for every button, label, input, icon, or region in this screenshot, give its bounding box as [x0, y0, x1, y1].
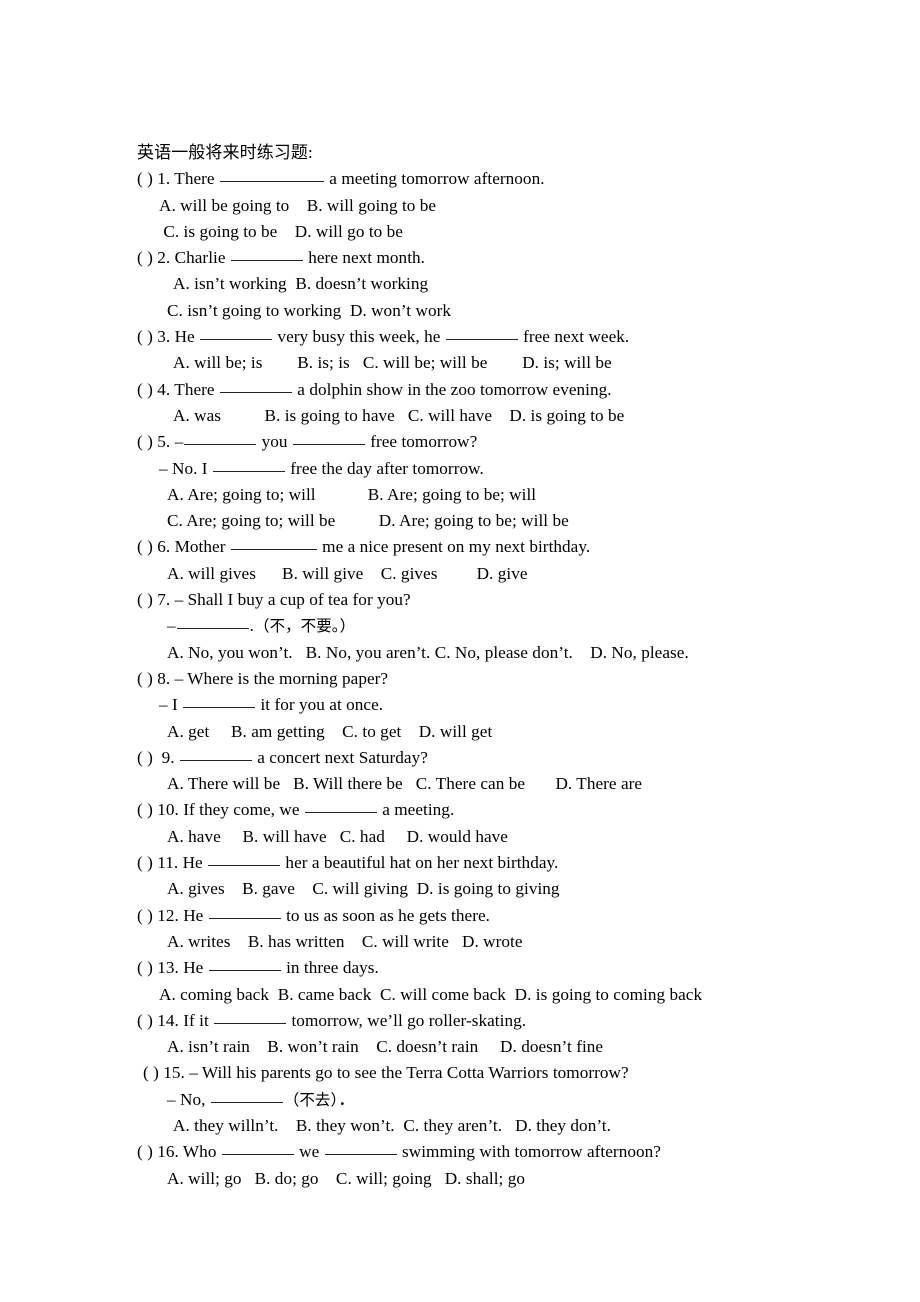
- question-4-stem-prefix: ( ) 4. There: [137, 379, 219, 399]
- worksheet-page: 英语一般将来时练习题: ( ) 1. There a meeting tomor…: [0, 0, 920, 1302]
- question-8-stem: ( ) 8. – Where is the morning paper?: [137, 668, 389, 688]
- question-16-stem: ( ) 16. Who we swimming with tomorrow af…: [137, 1139, 920, 1165]
- question-1-options-line-2[interactable]: C. is going to be D. will go to be: [137, 219, 920, 245]
- question-5-stem-prefix: ( ) 5. –: [137, 432, 184, 452]
- question-15-options-line-1[interactable]: A. they willn’t. B. they won’t. C. they …: [137, 1113, 920, 1139]
- question-8-options-line-1[interactable]: A. get B. am getting C. to get D. will g…: [137, 719, 920, 745]
- question-7-reply: – .（不，不要。）: [137, 613, 920, 639]
- question-2-stem-suffix: here next month.: [303, 248, 426, 268]
- question-11-stem-suffix: her a beautiful hat on her next birthday…: [281, 853, 559, 873]
- question-5-stem: ( ) 5. – you free tomorrow?: [137, 429, 920, 455]
- question-2-blank[interactable]: [230, 247, 303, 262]
- question-12-stem: ( ) 12. He to us as soon as he gets ther…: [137, 903, 920, 929]
- question-16-stem-mid: we: [294, 1142, 324, 1162]
- question-3-stem-prefix: ( ) 3. He: [137, 327, 200, 347]
- question-5-stem-suffix: free tomorrow?: [365, 432, 478, 452]
- question-11-stem: ( ) 11. He her a beautiful hat on her ne…: [137, 850, 920, 876]
- question-2-stem: ( ) 2. Charlie here next month.: [137, 245, 920, 271]
- question-3-blank-2[interactable]: [445, 326, 518, 341]
- question-5-reply-prefix: – No. I: [159, 458, 212, 478]
- question-13-stem: ( ) 13. He in three days.: [137, 955, 920, 981]
- question-3-options-line-1[interactable]: A. will be; is B. is; is C. will be; wil…: [137, 350, 920, 376]
- question-1-blank[interactable]: [219, 168, 324, 183]
- question-6-blank[interactable]: [230, 536, 317, 551]
- question-13-stem-suffix: in three days.: [281, 958, 379, 978]
- question-11-stem-prefix: ( ) 11. He: [137, 853, 208, 873]
- question-4-stem: ( ) 4. There a dolphin show in the zoo t…: [137, 377, 920, 403]
- question-14-stem: ( ) 14. If it tomorrow, we’ll go roller-…: [137, 1008, 920, 1034]
- question-9-stem-suffix: a concert next Saturday?: [252, 747, 428, 767]
- question-9-blank[interactable]: [179, 747, 252, 761]
- question-10-blank[interactable]: [304, 799, 377, 814]
- question-4-options-line-1[interactable]: A. was B. is going to have C. will have …: [137, 403, 920, 429]
- question-14-stem-prefix: ( ) 14. If it: [137, 1010, 214, 1030]
- question-6-stem-suffix: me a nice present on my next birthday.: [317, 537, 591, 557]
- question-3-stem: ( ) 3. He very busy this week, he free n…: [137, 324, 920, 350]
- question-6-options-line-1[interactable]: A. will gives B. will give C. gives D. g…: [137, 561, 920, 587]
- question-9-stem: ( ) 9. a concert next Saturday?: [137, 745, 920, 771]
- question-1-options-line-1[interactable]: A. will be going to B. will going to be: [137, 193, 920, 219]
- question-8-reply-suffix: it for you at once.: [256, 695, 384, 715]
- question-4-blank[interactable]: [219, 379, 292, 393]
- question-1-stem-suffix: a meeting tomorrow afternoon.: [324, 169, 545, 189]
- question-5-stem-mid: you: [257, 432, 292, 452]
- question-5-blank-1[interactable]: [184, 431, 257, 446]
- question-5-options-line-1[interactable]: A. Are; going to; will B. Are; going to …: [137, 482, 920, 508]
- question-13-options-line-1[interactable]: A. coming back B. came back C. will come…: [137, 982, 920, 1008]
- question-5-reply: – No. I free the day after tomorrow.: [137, 456, 920, 482]
- question-1-stem-prefix: ( ) 1. There: [137, 169, 219, 189]
- question-14-options-line-1[interactable]: A. isn’t rain B. won’t rain C. doesn’t r…: [137, 1034, 920, 1060]
- question-3-stem-mid: very busy this week, he: [273, 327, 445, 347]
- question-15-reply-prefix: – No,: [167, 1089, 210, 1109]
- question-7-reply-blank[interactable]: [176, 615, 249, 630]
- question-15-reply-suffix: ．: [338, 1089, 356, 1109]
- question-7-reply-prefix: –: [167, 616, 176, 636]
- question-8-reply-prefix: – I: [159, 695, 183, 715]
- question-6-stem-prefix: ( ) 6. Mother: [137, 537, 230, 557]
- question-3-stem-suffix: free next week.: [518, 327, 630, 347]
- question-13-stem-prefix: ( ) 13. He: [137, 958, 208, 978]
- question-2-stem-prefix: ( ) 2. Charlie: [137, 248, 230, 268]
- question-15-chinese-hint: （不去）: [283, 1090, 339, 1109]
- question-11-options-line-1[interactable]: A. gives B. gave C. will giving D. is go…: [137, 876, 920, 902]
- question-2-options-line-2[interactable]: C. isn’t going to working D. won’t work: [137, 298, 920, 324]
- question-16-stem-suffix: swimming with tomorrow afternoon?: [397, 1142, 661, 1162]
- question-7-options-line-1[interactable]: A. No, you won’t. B. No, you aren’t. C. …: [137, 640, 920, 666]
- question-9-stem-prefix: ( ) 9.: [137, 747, 179, 767]
- question-12-blank[interactable]: [208, 905, 281, 919]
- question-15-reply: – No, （不去）．: [137, 1087, 920, 1113]
- question-2-options-line-1[interactable]: A. isn’t working B. doesn’t working: [137, 271, 920, 297]
- question-16-blank-1[interactable]: [221, 1141, 294, 1156]
- question-10-stem-suffix: a meeting.: [377, 800, 455, 820]
- page-title: 英语一般将来时练习题:: [137, 143, 313, 162]
- question-7-stem: ( ) 7. – Shall I buy a cup of tea for yo…: [137, 590, 411, 610]
- question-13-blank[interactable]: [208, 957, 281, 972]
- question-14-stem-suffix: tomorrow, we’ll go roller-skating.: [287, 1010, 527, 1030]
- question-12-options-line-1[interactable]: A. writes B. has written C. will write D…: [137, 929, 920, 955]
- question-15-stem: ( ) 15. – Will his parents go to see the…: [143, 1063, 629, 1083]
- question-10-stem: ( ) 10. If they come, we a meeting.: [137, 797, 920, 823]
- question-16-stem-prefix: ( ) 16. Who: [137, 1142, 221, 1162]
- question-11-blank[interactable]: [208, 852, 281, 867]
- question-16-blank-2[interactable]: [324, 1141, 397, 1156]
- question-12-stem-suffix: to us as soon as he gets there.: [281, 905, 491, 925]
- question-5-reply-blank[interactable]: [212, 458, 285, 472]
- question-8-reply-blank[interactable]: [183, 694, 256, 709]
- question-7-chinese-hint: （不，不要。）: [254, 617, 356, 636]
- question-15-reply-blank[interactable]: [210, 1089, 283, 1103]
- question-3-blank-1[interactable]: [200, 326, 273, 341]
- question-6-stem: ( ) 6. Mother me a nice present on my ne…: [137, 534, 920, 560]
- question-10-stem-prefix: ( ) 10. If they come, we: [137, 800, 304, 820]
- question-8-reply: – I it for you at once.: [137, 692, 920, 718]
- question-16-options-line-1[interactable]: A. will; go B. do; go C. will; going D. …: [137, 1166, 920, 1192]
- question-5-options-line-2[interactable]: C. Are; going to; will be D. Are; going …: [137, 508, 920, 534]
- question-10-options-line-1[interactable]: A. have B. will have C. had D. would hav…: [137, 824, 920, 850]
- question-5-reply-suffix: free the day after tomorrow.: [285, 458, 484, 478]
- question-1-stem: ( ) 1. There a meeting tomorrow afternoo…: [137, 166, 920, 192]
- question-14-blank[interactable]: [214, 1010, 287, 1024]
- question-5-blank-2[interactable]: [292, 431, 365, 446]
- question-12-stem-prefix: ( ) 12. He: [137, 905, 208, 925]
- question-4-stem-suffix: a dolphin show in the zoo tomorrow eveni…: [292, 379, 612, 399]
- question-9-options-line-1[interactable]: A. There will be B. Will there be C. The…: [137, 771, 920, 797]
